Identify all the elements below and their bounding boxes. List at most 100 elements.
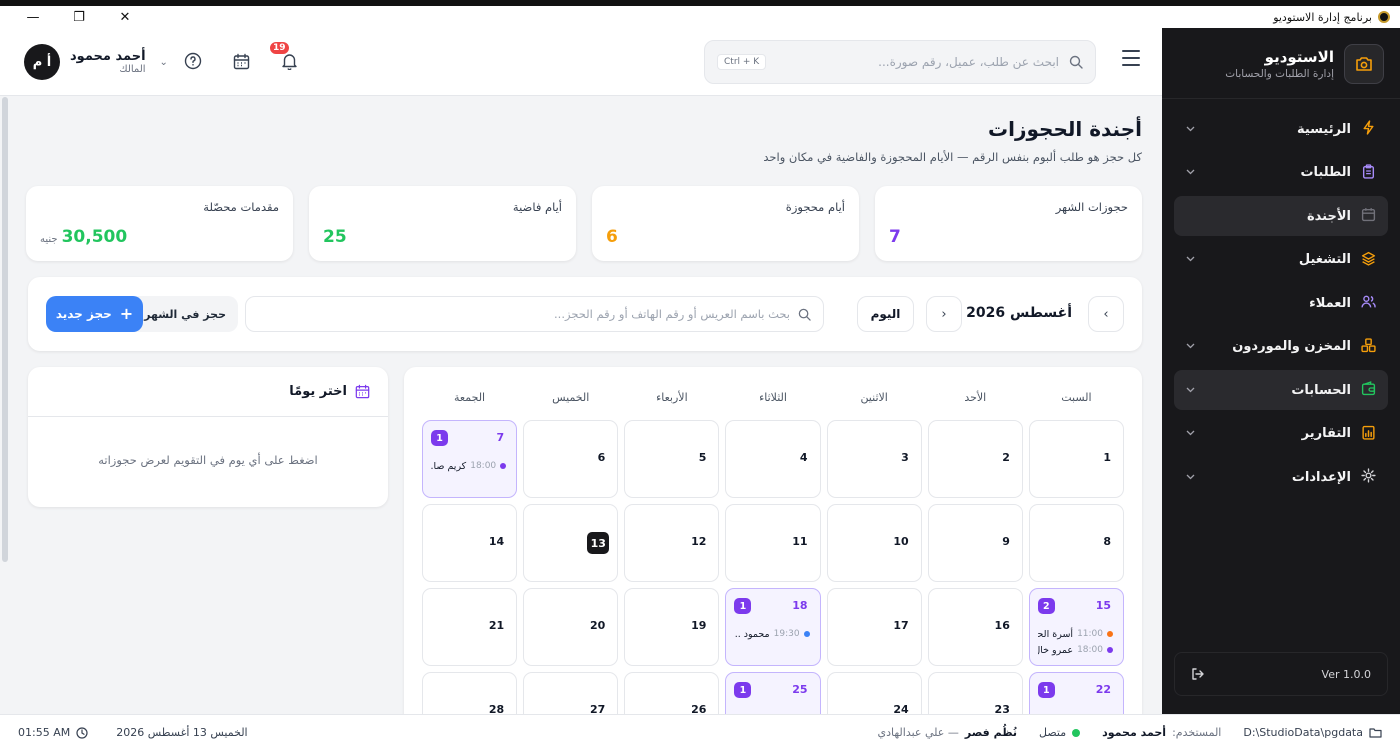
calendar-day[interactable]: 1 — [1028, 420, 1124, 498]
stat-card: أيام فاضية 25 — [309, 186, 576, 261]
stat-value: 7 — [889, 227, 901, 247]
calendar-day[interactable]: 21 — [422, 588, 518, 666]
sidebar-item-2[interactable]: الأجندة — [1174, 196, 1388, 236]
calendar-day[interactable]: 26 — [624, 672, 720, 714]
day-number: 9 — [1002, 535, 1010, 548]
calendar-day[interactable]: 4 — [725, 420, 821, 498]
user-name: أحمد محمود — [70, 49, 146, 64]
selected-day-panel: اختر يومًا اضغط على أي يوم في التقويم لع… — [28, 367, 388, 507]
booking-list: 18:00 كريم صا... — [431, 458, 507, 474]
sidebar-item-1[interactable]: الطلبات — [1174, 153, 1388, 193]
logout-icon[interactable] — [1191, 667, 1205, 681]
calendar-day[interactable]: 5 — [624, 420, 720, 498]
notification-badge: 19 — [268, 40, 291, 56]
close-button[interactable]: ✕ — [102, 6, 148, 28]
sidebar-item-label: التقارير — [1301, 426, 1351, 441]
sidebar-item-8[interactable]: الإعدادات — [1174, 457, 1388, 497]
chevron-down-icon — [1186, 472, 1195, 483]
calendar-day[interactable]: 6 — [523, 420, 619, 498]
maximize-button[interactable]: ❐ — [56, 6, 102, 28]
avatar: أ م — [24, 44, 60, 80]
calendar-day[interactable]: 15 2 11:00 أسرة الحا... 18:00 عمرو خال... — [1028, 588, 1124, 666]
sidebar-item-5[interactable]: المخزن والموردون — [1174, 327, 1388, 367]
sidebar-item-4[interactable]: العملاء — [1174, 283, 1388, 323]
booking-time: 18:00 — [1077, 645, 1103, 655]
user-value: أحمد محمود — [1102, 726, 1167, 739]
calendar-day[interactable]: 20 — [523, 588, 619, 666]
stat-unit: جنيه — [40, 234, 58, 245]
booking-entry[interactable]: 18:00 عمرو خال... — [1038, 642, 1113, 658]
calendar: السبت الأحد الاثنين الثلاثاء الأربعاء الخميس ا… — [404, 367, 1142, 714]
calendar-day[interactable]: 17 — [826, 588, 922, 666]
calendar-day[interactable]: 12 — [624, 504, 720, 582]
day-number: 1 — [1103, 451, 1111, 464]
sidebar-item-3[interactable]: التشغيل — [1174, 240, 1388, 280]
booking-count-badge: 2 — [1037, 598, 1055, 614]
calendar-day[interactable]: 23 — [927, 672, 1023, 714]
day-number: 20 — [589, 619, 606, 632]
day-number: 27 — [589, 703, 606, 714]
sidebar-item-7[interactable]: التقارير — [1174, 414, 1388, 454]
calendar-day[interactable]: 3 — [826, 420, 922, 498]
wallet-icon — [1361, 381, 1376, 399]
booking-time: 18:00 — [470, 461, 497, 471]
chevron-down-icon — [1186, 167, 1195, 178]
stat-value-group: 7 — [889, 227, 901, 247]
sidebar-item-label: الطلبات — [1300, 165, 1351, 180]
booking-entry[interactable]: 18:00 كريم صا... — [431, 458, 507, 474]
day-number: 25 — [792, 683, 808, 696]
statusbar-left: الخميس 13 أغسطس 2026 01:55 AM — [18, 726, 248, 739]
plus-icon: + — [119, 304, 134, 323]
user-menu[interactable]: أ م أحمد محمود المالك ⌄ — [24, 44, 168, 80]
calendar-day[interactable]: 11 — [725, 504, 821, 582]
sidebar-item-content: التشغيل — [1299, 251, 1376, 269]
calendar-day[interactable]: 9 — [927, 504, 1023, 582]
stat-value: 6 — [606, 227, 618, 247]
booking-name: أسرة الحا... — [1037, 628, 1074, 640]
calendar-day[interactable]: 19 — [624, 588, 720, 666]
bell-icon[interactable]: 19 — [268, 40, 300, 74]
minimize-button[interactable]: — — [10, 6, 56, 28]
sidebar-item-label: الرئيسية — [1296, 121, 1351, 137]
calendar-day[interactable]: 18 1 19:30 محمود ... — [725, 588, 821, 666]
report-icon — [1361, 425, 1376, 443]
calendar-day[interactable]: 8 — [1028, 504, 1124, 582]
user-label: المستخدم: — [1172, 726, 1222, 739]
calendar-day[interactable]: 14 — [422, 504, 518, 582]
global-search-input[interactable]: ابحث عن طلب، عميل، رقم صورة... Ctrl + K — [704, 40, 1096, 84]
day-number: 6 — [597, 451, 606, 464]
booking-entry[interactable]: 11:00 أسرة الحا... — [1038, 626, 1113, 642]
sidebar-item-content: الرئيسية — [1297, 120, 1376, 138]
calendar-day[interactable]: 24 — [826, 672, 922, 714]
calendar-day[interactable]: 27 — [523, 672, 619, 714]
users-icon — [1361, 294, 1376, 312]
calendar-day[interactable]: 25 1 — [725, 672, 821, 714]
scrollbar[interactable] — [2, 97, 8, 562]
day-panel-empty-text: اضغط على أي يوم في التقويم لعرض حجوزاته — [98, 453, 318, 467]
new-booking-label: حجز جديد — [55, 307, 112, 321]
sidebar-item-6[interactable]: الحسابات — [1174, 370, 1388, 410]
weekday-header: السبت الأحد الاثنين الثلاثاء الأربعاء الخميس ا… — [422, 391, 1124, 404]
booking-entry[interactable]: 19:30 محمود ... — [734, 626, 810, 642]
calendar-day[interactable]: 2 — [927, 420, 1023, 498]
booking-search-input[interactable]: بحث باسم العريس أو رقم الهاتف أو رقم الح… — [245, 296, 824, 332]
today-marker: 13 — [587, 532, 610, 554]
new-booking-button[interactable]: + حجز جديد — [46, 296, 143, 332]
calendar-day[interactable]: 16 — [927, 588, 1023, 666]
calendar-day[interactable]: 13 — [523, 504, 619, 582]
window-title: برنامج إدارة الاستوديو — [1273, 10, 1372, 24]
today-button[interactable]: اليوم — [857, 296, 914, 332]
current-user: المستخدم: أحمد محمود — [1102, 726, 1221, 739]
day-number: 11 — [792, 535, 808, 548]
stat-label: أيام محجوزة — [785, 200, 845, 214]
prev-month-button[interactable]: › — [1088, 296, 1124, 332]
menu-icon[interactable] — [1122, 50, 1140, 66]
sidebar-item-0[interactable]: الرئيسية — [1174, 109, 1388, 149]
next-month-button[interactable]: ‹ — [926, 296, 962, 332]
calendar-day[interactable]: 7 1 18:00 كريم صا... — [422, 420, 518, 498]
calendar-day[interactable]: 22 1 — [1028, 672, 1124, 714]
calendar-day[interactable]: 10 — [826, 504, 922, 582]
calendar-day[interactable]: 28 — [422, 672, 518, 714]
calendar-icon[interactable] — [230, 48, 252, 74]
help-icon[interactable] — [182, 48, 204, 74]
